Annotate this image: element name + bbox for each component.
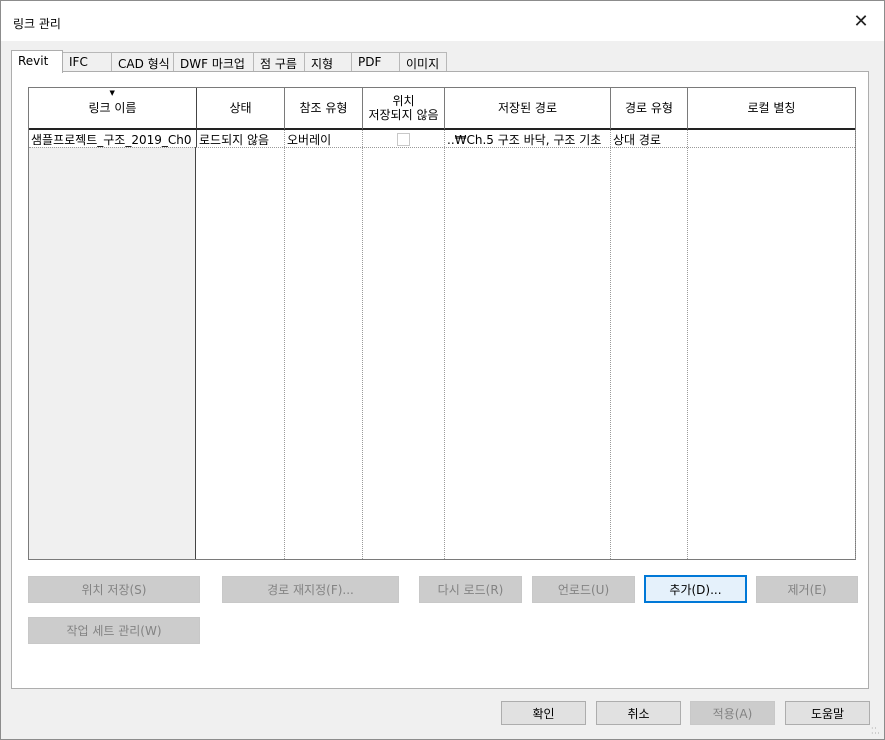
links-table: ▼ 링크 이름 상태 참조 유형 위치 저장되지 않음 저장된 경로 경로 유형…: [28, 87, 856, 560]
manage-links-dialog: 링크 관리 ✕ Revit IFC CAD 형식 DWF 마크업 점 구름 지형…: [0, 0, 885, 740]
unload-button[interactable]: 언로드(U): [532, 576, 635, 603]
add-button[interactable]: 추가(D)...: [644, 575, 747, 603]
row-header-column: [29, 130, 196, 559]
tab-topography[interactable]: 지형: [304, 52, 352, 72]
column-header-position-not-saved[interactable]: 위치 저장되지 않음: [363, 88, 445, 130]
tab-revit[interactable]: Revit: [11, 50, 63, 73]
help-button[interactable]: 도움말: [785, 701, 870, 725]
sort-descending-icon: ▼: [109, 89, 115, 97]
apply-button[interactable]: 적용(A): [690, 701, 775, 725]
resize-grip-icon[interactable]: · · · · ·: [871, 725, 881, 738]
reload-from-button[interactable]: 경로 재지정(F)...: [222, 576, 399, 603]
tab-dwf-markups[interactable]: DWF 마크업: [173, 52, 254, 72]
tab-pdf[interactable]: PDF: [351, 52, 400, 72]
tab-ifc[interactable]: IFC: [62, 52, 112, 72]
tab-images[interactable]: 이미지: [399, 52, 447, 72]
cell-status[interactable]: 로드되지 않음: [197, 130, 284, 147]
column-header-path-type[interactable]: 경로 유형: [611, 88, 688, 130]
column-header-saved-path[interactable]: 저장된 경로: [445, 88, 611, 130]
save-positions-button[interactable]: 위치 저장(S): [28, 576, 200, 603]
cell-saved-path[interactable]: ..₩Ch.5 구조 바닥, 구조 기초: [445, 130, 610, 147]
column-header-reference-type[interactable]: 참조 유형: [285, 88, 363, 130]
cell-position-not-saved[interactable]: [363, 130, 444, 147]
column-header-link-name[interactable]: ▼ 링크 이름: [29, 88, 197, 130]
tab-point-clouds[interactable]: 점 구름: [253, 52, 305, 72]
position-not-saved-checkbox[interactable]: [397, 133, 410, 146]
cell-path-type[interactable]: 상대 경로: [611, 130, 687, 147]
cell-link-name[interactable]: 샘플프로젝트_구조_2019_Ch0: [29, 130, 197, 147]
title-bar: 링크 관리 ✕: [1, 1, 884, 41]
close-icon: ✕: [853, 10, 869, 32]
cell-reference-type[interactable]: 오버레이: [285, 130, 362, 147]
reload-button[interactable]: 다시 로드(R): [419, 576, 522, 603]
close-button[interactable]: ✕: [838, 1, 884, 41]
dialog-title: 링크 관리: [13, 17, 61, 31]
column-header-local-alias[interactable]: 로컬 별칭: [688, 88, 855, 130]
remove-button[interactable]: 제거(E): [756, 576, 858, 603]
table-row[interactable]: 샘플프로젝트_구조_2019_Ch0 로드되지 않음 오버레이 ..₩Ch.5 …: [29, 130, 855, 148]
column-header-status[interactable]: 상태: [197, 88, 285, 130]
cancel-button[interactable]: 취소: [596, 701, 681, 725]
manage-worksets-button[interactable]: 작업 세트 관리(W): [28, 617, 200, 644]
ok-button[interactable]: 확인: [501, 701, 586, 725]
tab-cad-formats[interactable]: CAD 형식: [111, 52, 174, 72]
cell-local-alias[interactable]: [688, 130, 855, 147]
revit-tab-panel: ▼ 링크 이름 상태 참조 유형 위치 저장되지 않음 저장된 경로 경로 유형…: [11, 71, 869, 689]
